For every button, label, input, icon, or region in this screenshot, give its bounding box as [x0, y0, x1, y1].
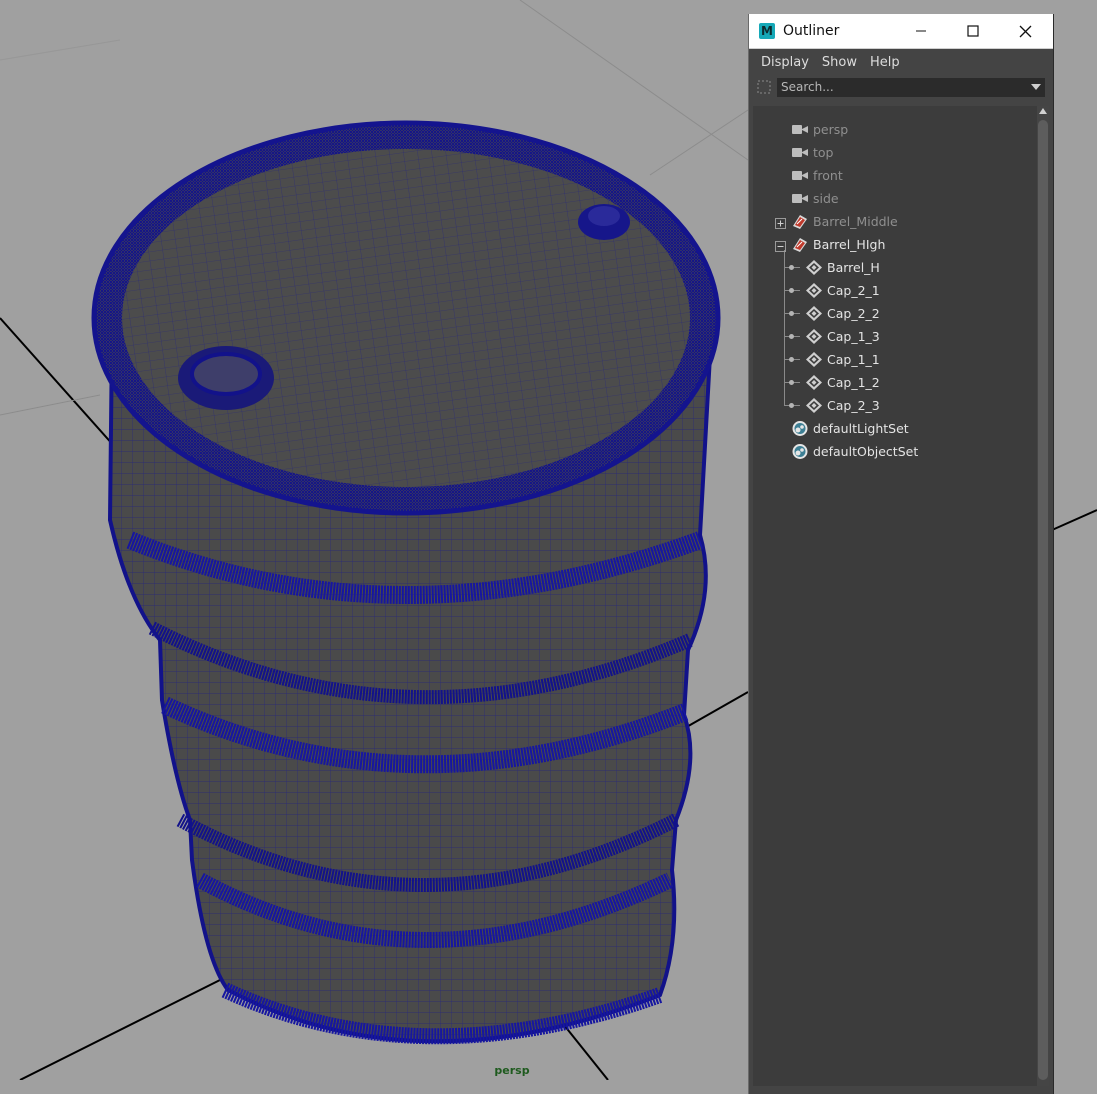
outliner-tree[interactable]: persp top front side Barrel_Middle Barrel_HIg…	[753, 106, 1037, 1086]
tree-item-label: Cap_1_2	[827, 375, 880, 390]
connector-dot	[789, 265, 794, 270]
tree-item-label: Cap_2_1	[827, 283, 880, 298]
mesh-icon	[805, 305, 823, 322]
group-icon	[791, 213, 809, 230]
connector-dot	[789, 403, 794, 408]
tree-item-label: Barrel_H	[827, 260, 880, 275]
camera-icon	[791, 144, 809, 161]
connector-dot	[789, 311, 794, 316]
mesh-icon	[805, 259, 823, 276]
tree-item-side[interactable]: side	[753, 187, 1037, 210]
tree-scrollbar[interactable]	[1037, 106, 1049, 1086]
camera-icon	[791, 167, 809, 184]
tree-item-barrel-h[interactable]: Barrel_H	[753, 256, 1037, 279]
mesh-icon	[805, 397, 823, 414]
filter-icon[interactable]	[755, 78, 773, 96]
tree-item-cap-2-2[interactable]: Cap_2_2	[753, 302, 1037, 325]
tree-item-barrel-middle[interactable]: Barrel_Middle	[753, 210, 1037, 233]
maximize-button[interactable]	[947, 14, 999, 48]
tree-item-defaultobjectset[interactable]: defaultObjectSet	[753, 440, 1037, 463]
barrel-mesh	[91, 120, 721, 1045]
connector-dot	[789, 334, 794, 339]
mesh-icon	[805, 282, 823, 299]
menu-display[interactable]: Display	[755, 55, 815, 70]
menu-show[interactable]: Show	[816, 55, 863, 70]
maya-app-icon: M	[759, 23, 775, 39]
set-icon	[791, 443, 809, 460]
minimize-icon	[916, 30, 926, 32]
connector-dot	[789, 288, 794, 293]
tree-item-label: Barrel_HIgh	[813, 237, 886, 252]
tree-item-label: defaultLightSet	[813, 421, 909, 436]
maximize-icon	[967, 25, 979, 37]
close-button[interactable]	[999, 14, 1051, 48]
window-title: Outliner	[783, 23, 840, 39]
tree-item-label: Barrel_Middle	[813, 214, 898, 229]
tree-item-cap-1-3[interactable]: Cap_1_3	[753, 325, 1037, 348]
tree-item-defaultlightset[interactable]: defaultLightSet	[753, 417, 1037, 440]
outliner-window: M Outliner Display Show Help persp top fro…	[748, 14, 1054, 1094]
scroll-thumb[interactable]	[1038, 120, 1048, 1080]
expand-toggle-icon[interactable]	[775, 216, 786, 229]
mesh-icon	[805, 351, 823, 368]
search-options-dropdown[interactable]	[1027, 77, 1045, 97]
tree-item-label: Cap_2_3	[827, 398, 880, 413]
tree-item-label: Cap_1_3	[827, 329, 880, 344]
tree-item-label: front	[813, 168, 843, 183]
search-row	[749, 75, 1053, 99]
connector-dot	[789, 380, 794, 385]
camera-icon	[791, 121, 809, 138]
chevron-down-icon	[1031, 84, 1041, 90]
set-icon	[791, 420, 809, 437]
outliner-menubar: Display Show Help	[749, 49, 1053, 75]
tree-item-label: top	[813, 145, 834, 160]
close-icon	[1019, 25, 1031, 37]
mesh-icon	[805, 374, 823, 391]
tree-item-cap-2-3[interactable]: Cap_2_3	[753, 394, 1037, 417]
menu-help[interactable]: Help	[864, 55, 906, 70]
tree-item-cap-1-2[interactable]: Cap_1_2	[753, 371, 1037, 394]
tree-item-label: side	[813, 191, 839, 206]
connector-dot	[789, 357, 794, 362]
tree-item-cap-1-1[interactable]: Cap_1_1	[753, 348, 1037, 371]
tree-item-front[interactable]: front	[753, 164, 1037, 187]
scroll-up-arrow[interactable]	[1038, 106, 1048, 116]
camera-icon	[791, 190, 809, 207]
tree-item-barrel-high[interactable]: Barrel_HIgh	[753, 233, 1037, 256]
tree-item-label: persp	[813, 122, 849, 137]
search-input[interactable]	[777, 77, 1027, 97]
group-icon	[791, 236, 809, 253]
mesh-icon	[805, 328, 823, 345]
minimize-button[interactable]	[895, 14, 947, 48]
tree-item-persp[interactable]: persp	[753, 118, 1037, 141]
camera-label: persp	[494, 1064, 530, 1077]
tree-item-label: Cap_2_2	[827, 306, 880, 321]
tree-item-label: defaultObjectSet	[813, 444, 919, 459]
tree-item-top[interactable]: top	[753, 141, 1037, 164]
tree-item-cap-2-1[interactable]: Cap_2_1	[753, 279, 1037, 302]
tree-item-label: Cap_1_1	[827, 352, 880, 367]
outliner-titlebar[interactable]: M Outliner	[749, 14, 1053, 49]
collapse-toggle-icon[interactable]	[775, 239, 786, 252]
